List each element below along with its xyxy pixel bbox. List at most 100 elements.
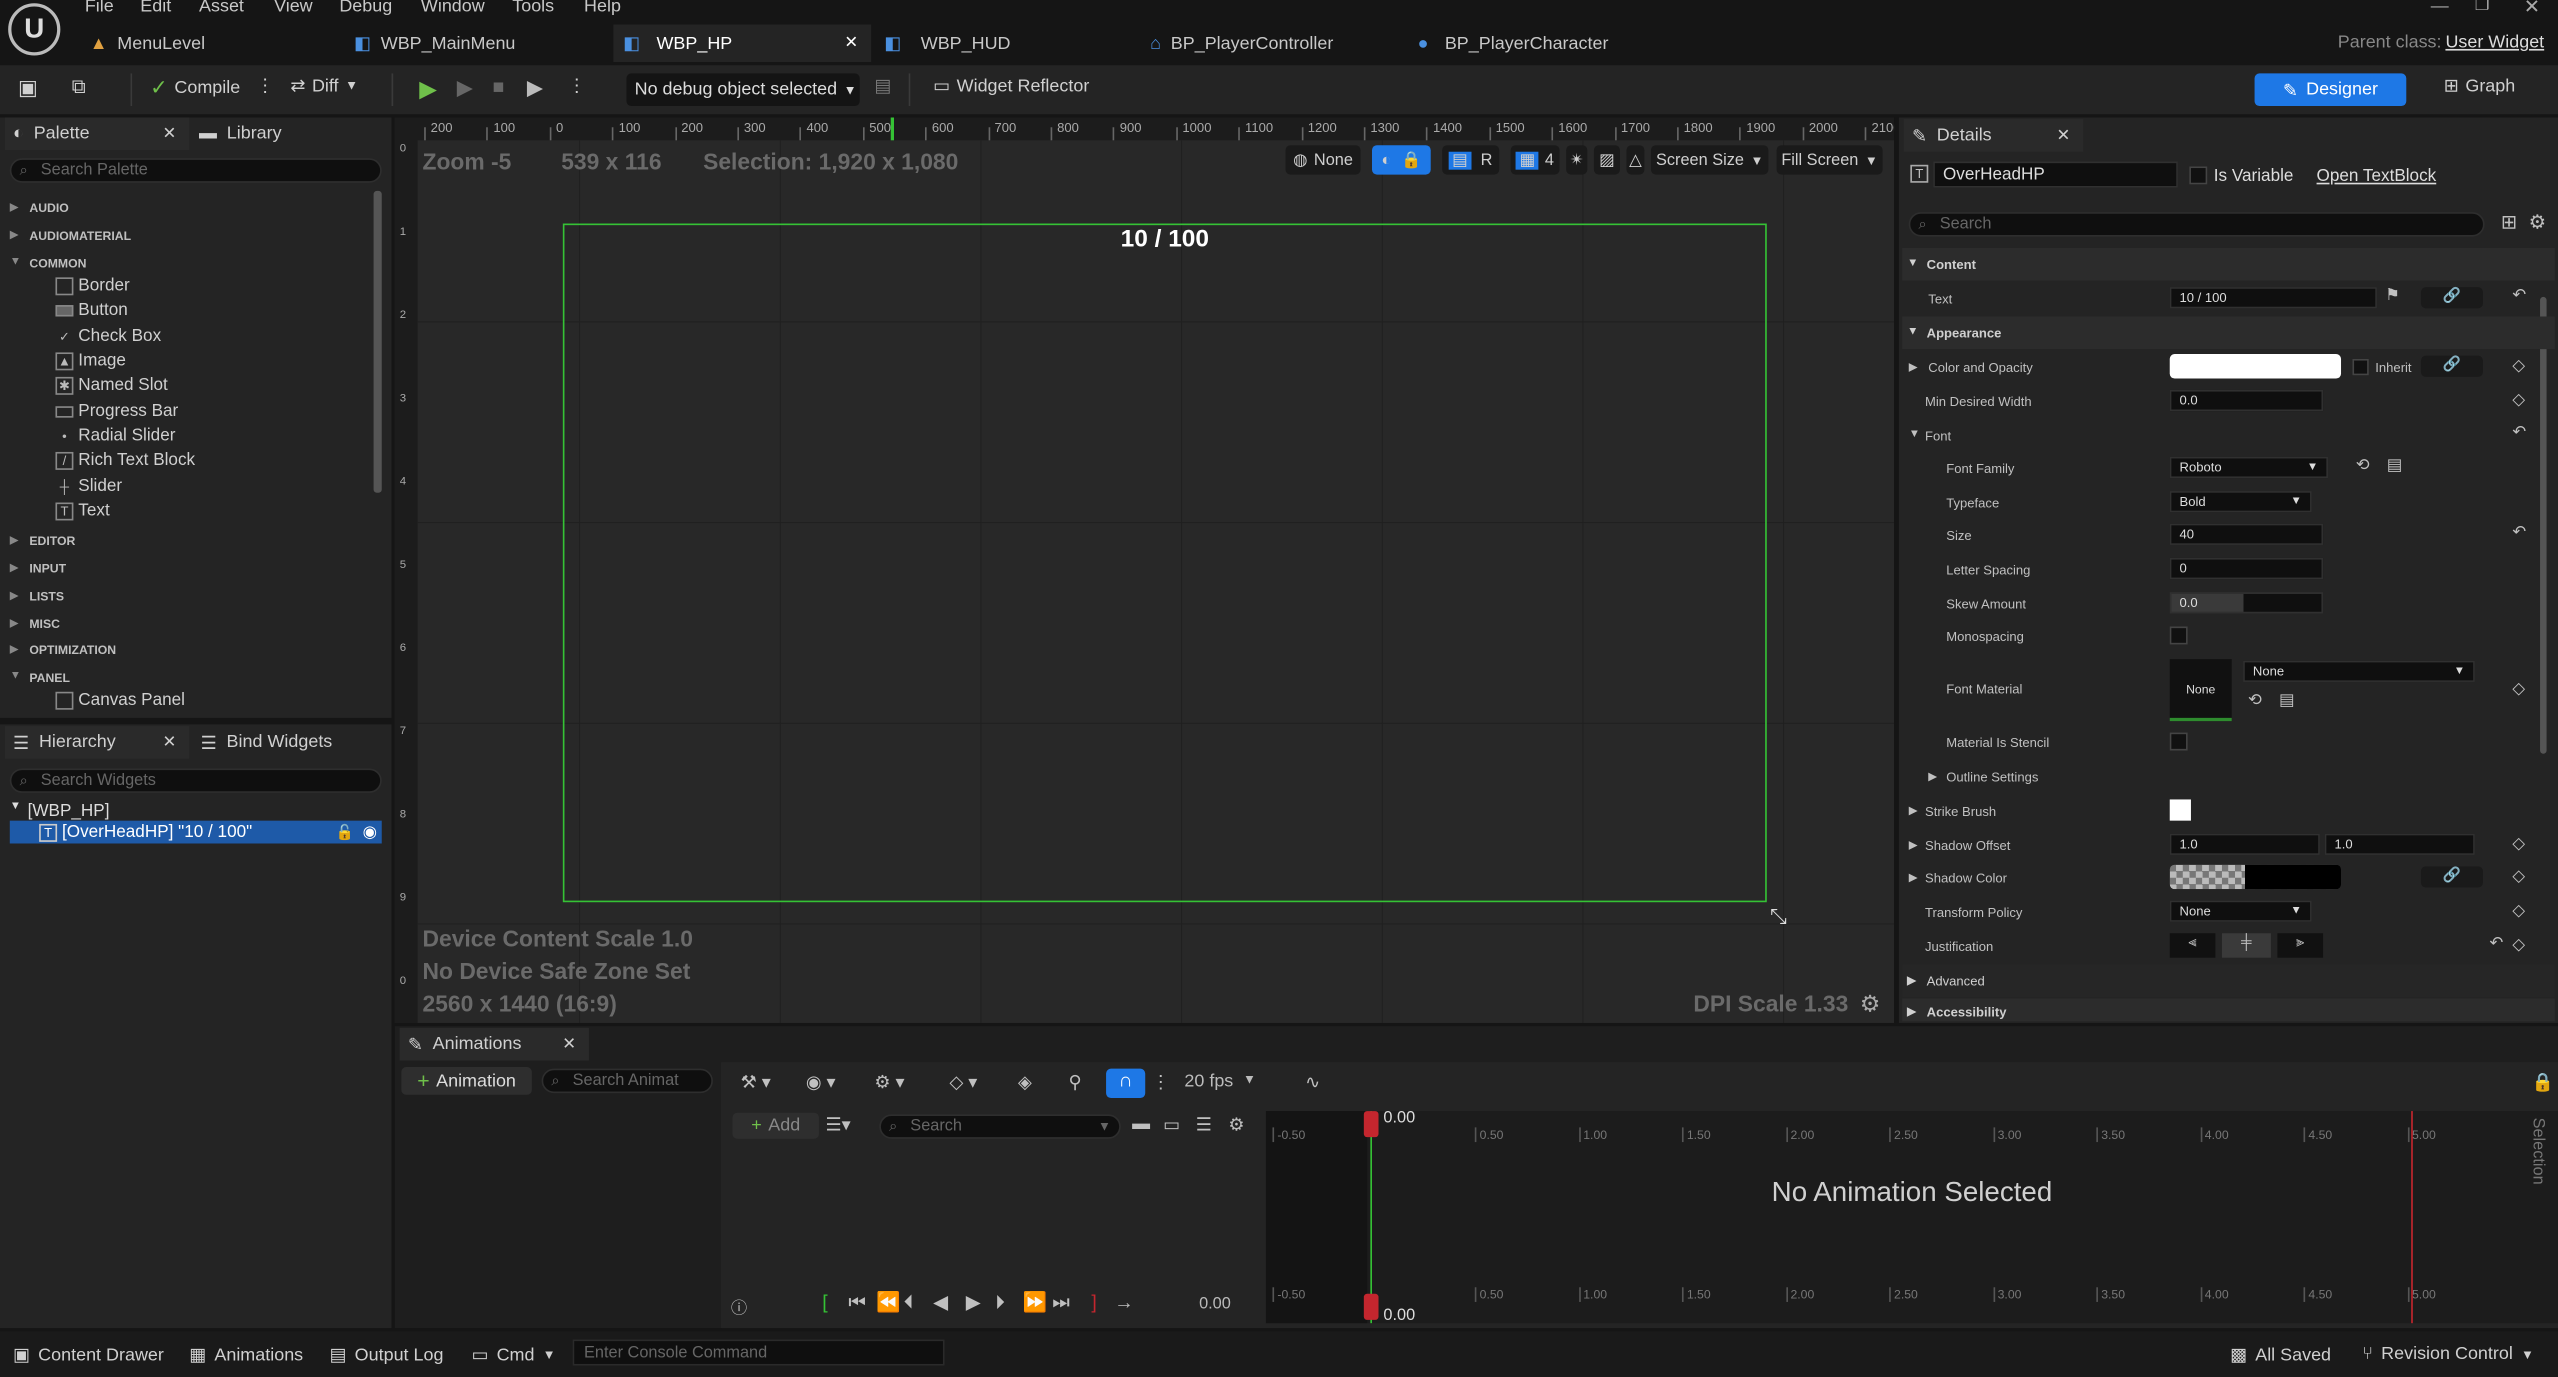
bind-link-icon[interactable]: 🔗	[2420, 355, 2483, 377]
widget-name-input[interactable]: OverHeadHP	[1933, 161, 2178, 188]
justify-center-icon[interactable]: ╪	[2221, 933, 2271, 958]
playhead-bottom[interactable]	[1363, 1293, 1379, 1320]
category-audiomaterial[interactable]: AUDIOMATERIAL	[29, 228, 131, 243]
content-drawer-button[interactable]: ▣ Content Drawer	[13, 1344, 164, 1365]
details-search-input[interactable]: ⌕ Search	[1908, 212, 2485, 237]
diamond-icon[interactable]: ◇	[2512, 357, 2525, 375]
tab-hierarchy[interactable]: ☰ Hierarchy ✕	[4, 726, 190, 759]
marker-icon[interactable]: ⚲	[1069, 1072, 1082, 1094]
bind-link-icon[interactable]: 🔗	[2420, 287, 2483, 309]
palette-item-button[interactable]: Button	[55, 300, 128, 320]
close-icon[interactable]: ✕	[163, 125, 177, 143]
palette-item-text[interactable]: T Text	[55, 501, 110, 520]
console-command-input[interactable]: Enter Console Command	[572, 1339, 945, 1366]
skew-amount-slider[interactable]: 0.0	[2169, 592, 2324, 614]
lock-icon[interactable]: 🔒	[2532, 1072, 2554, 1094]
info-icon[interactable]: ⓘ	[731, 1294, 747, 1318]
justify-right-icon[interactable]: ⫸	[2277, 933, 2324, 958]
none-button[interactable]: ◍ None	[1285, 145, 1361, 175]
palette-scrollbar[interactable]	[373, 190, 382, 493]
key-icon[interactable]: ◇ ▾	[949, 1072, 977, 1094]
tab-details[interactable]: ✎ Details ✕	[1903, 119, 2084, 152]
widget-selection-box[interactable]	[562, 223, 1767, 903]
loop-icon[interactable]: →	[1114, 1291, 1134, 1314]
track-search-input[interactable]: ⌕ Search ▼	[879, 1114, 1121, 1139]
browse-arrow-icon[interactable]: ⟲	[2356, 457, 2370, 475]
tab-bp-playercharacter[interactable]: ● BP_PlayerCharacter	[1418, 24, 1679, 62]
compile-options-icon[interactable]: ⋮	[256, 75, 274, 97]
start-bracket-icon[interactable]: [	[822, 1291, 827, 1314]
category-panel[interactable]: PANEL	[29, 671, 70, 686]
step-icon[interactable]: ▶	[457, 75, 473, 101]
menu-tools[interactable]: Tools	[512, 0, 554, 16]
parent-class-link[interactable]: User Widget	[2445, 33, 2544, 53]
inherit-checkbox[interactable]	[2352, 358, 2369, 376]
tab-animations[interactable]: ✎ Animations ✕	[399, 1027, 589, 1061]
warning-icon[interactable]: △	[1626, 145, 1645, 175]
transform-policy-select[interactable]: None ▼	[2169, 900, 2312, 922]
palette-item-radial-slider[interactable]: • Radial Slider	[55, 426, 175, 446]
is-variable-checkbox[interactable]	[2189, 166, 2208, 185]
curve-icon[interactable]: ∿	[1305, 1072, 1320, 1094]
justify-left-icon[interactable]: ⫷	[2169, 933, 2216, 958]
palette-item-progress-bar[interactable]: Progress Bar	[55, 401, 178, 421]
close-icon[interactable]: ✕	[163, 733, 177, 751]
folder-search-icon[interactable]: ▤	[2387, 457, 2402, 475]
category-audio[interactable]: AUDIO	[29, 201, 68, 216]
shadow-color-swatch[interactable]	[2169, 864, 2342, 890]
list-icon[interactable]: ☰	[1196, 1114, 1212, 1136]
typeface-select[interactable]: Bold ▼	[2169, 491, 2312, 513]
eject-icon[interactable]: ▶	[527, 75, 543, 101]
designer-button[interactable]: ✎ Designer	[2254, 73, 2407, 107]
grid-toggle[interactable]: ▦ 4	[1510, 145, 1560, 175]
eye-icon[interactable]: ◉ ▾	[806, 1072, 836, 1094]
reverse-icon[interactable]: ◀	[933, 1291, 948, 1314]
prev-frame-icon[interactable]: ⏴	[904, 1291, 914, 1315]
close-icon[interactable]: ✕	[562, 1035, 576, 1053]
next-key-icon[interactable]: ⏩	[1023, 1291, 1047, 1314]
section-advanced[interactable]: ▶ Advanced	[1902, 964, 2555, 997]
eye-icon[interactable]: ◉	[363, 823, 377, 841]
add-track-button[interactable]: + Add	[732, 1112, 819, 1139]
browse-icon[interactable]: ⧉	[72, 75, 86, 99]
debug-object-select[interactable]: No debug object selected ▼	[626, 73, 860, 107]
font-material-thumbnail[interactable]: None	[2169, 659, 2232, 722]
to-end-icon[interactable]: ⏭	[1052, 1291, 1070, 1315]
menu-window[interactable]: Window	[421, 0, 485, 16]
fill-screen-select[interactable]: Fill Screen ▼	[1776, 145, 1883, 175]
tab-bind-widgets[interactable]: ☰ Bind Widgets	[201, 726, 333, 759]
letter-spacing-input[interactable]: 0	[2169, 557, 2324, 580]
lock-toggle[interactable]: ◐ 🔒	[1371, 145, 1431, 175]
tab-palette[interactable]: ◐ Palette ✕	[4, 117, 190, 151]
menu-asset[interactable]: Asset	[199, 0, 244, 16]
restore-icon[interactable]: ❐	[2475, 0, 2490, 15]
diamond-icon[interactable]: ◇	[2512, 392, 2525, 410]
stencil-checkbox[interactable]	[2169, 732, 2188, 751]
palette-item-named-slot[interactable]: ✱ Named Slot	[55, 375, 168, 395]
fps-select[interactable]: 20 fps ▼	[1184, 1072, 1256, 1092]
category-optimization[interactable]: OPTIMIZATION	[29, 643, 116, 658]
unreal-logo-icon[interactable]: U	[8, 3, 61, 56]
play-forward-icon[interactable]: ▶	[966, 1291, 981, 1314]
more-options-icon[interactable]: ⋮	[1152, 1072, 1170, 1094]
tab-wbp-mainmenu[interactable]: ◧ WBP_MainMenu	[354, 24, 607, 62]
menu-view[interactable]: View	[274, 0, 313, 16]
image-icon[interactable]: ▨	[1593, 145, 1620, 175]
diamond-icon[interactable]: ◇	[2512, 936, 2525, 954]
end-bracket-icon[interactable]: ]	[1091, 1291, 1096, 1314]
tab-library[interactable]: ▬ Library	[199, 117, 282, 150]
category-editor[interactable]: EDITOR	[29, 534, 75, 549]
debug-filter-icon[interactable]: ▤	[874, 75, 891, 97]
play-options-icon[interactable]: ⋮	[568, 75, 586, 97]
save-icon[interactable]: ▣	[18, 75, 38, 101]
animations-drawer-button[interactable]: ▦ Animations	[189, 1344, 303, 1365]
filter-icon[interactable]: ☰▾	[825, 1114, 850, 1136]
diamond-icon[interactable]: ◇	[2512, 868, 2525, 886]
palette-item-checkbox[interactable]: ✓ Check Box	[55, 326, 161, 346]
r-toggle[interactable]: ▤ R	[1442, 145, 1500, 175]
add-animation-button[interactable]: + Animation	[401, 1067, 532, 1095]
next-frame-icon[interactable]: ⏵	[995, 1291, 1005, 1315]
monospacing-checkbox[interactable]	[2169, 626, 2188, 645]
bind-link-icon[interactable]: 🔗	[2420, 866, 2483, 888]
keyframe-icon[interactable]: ◈	[1018, 1072, 1032, 1094]
